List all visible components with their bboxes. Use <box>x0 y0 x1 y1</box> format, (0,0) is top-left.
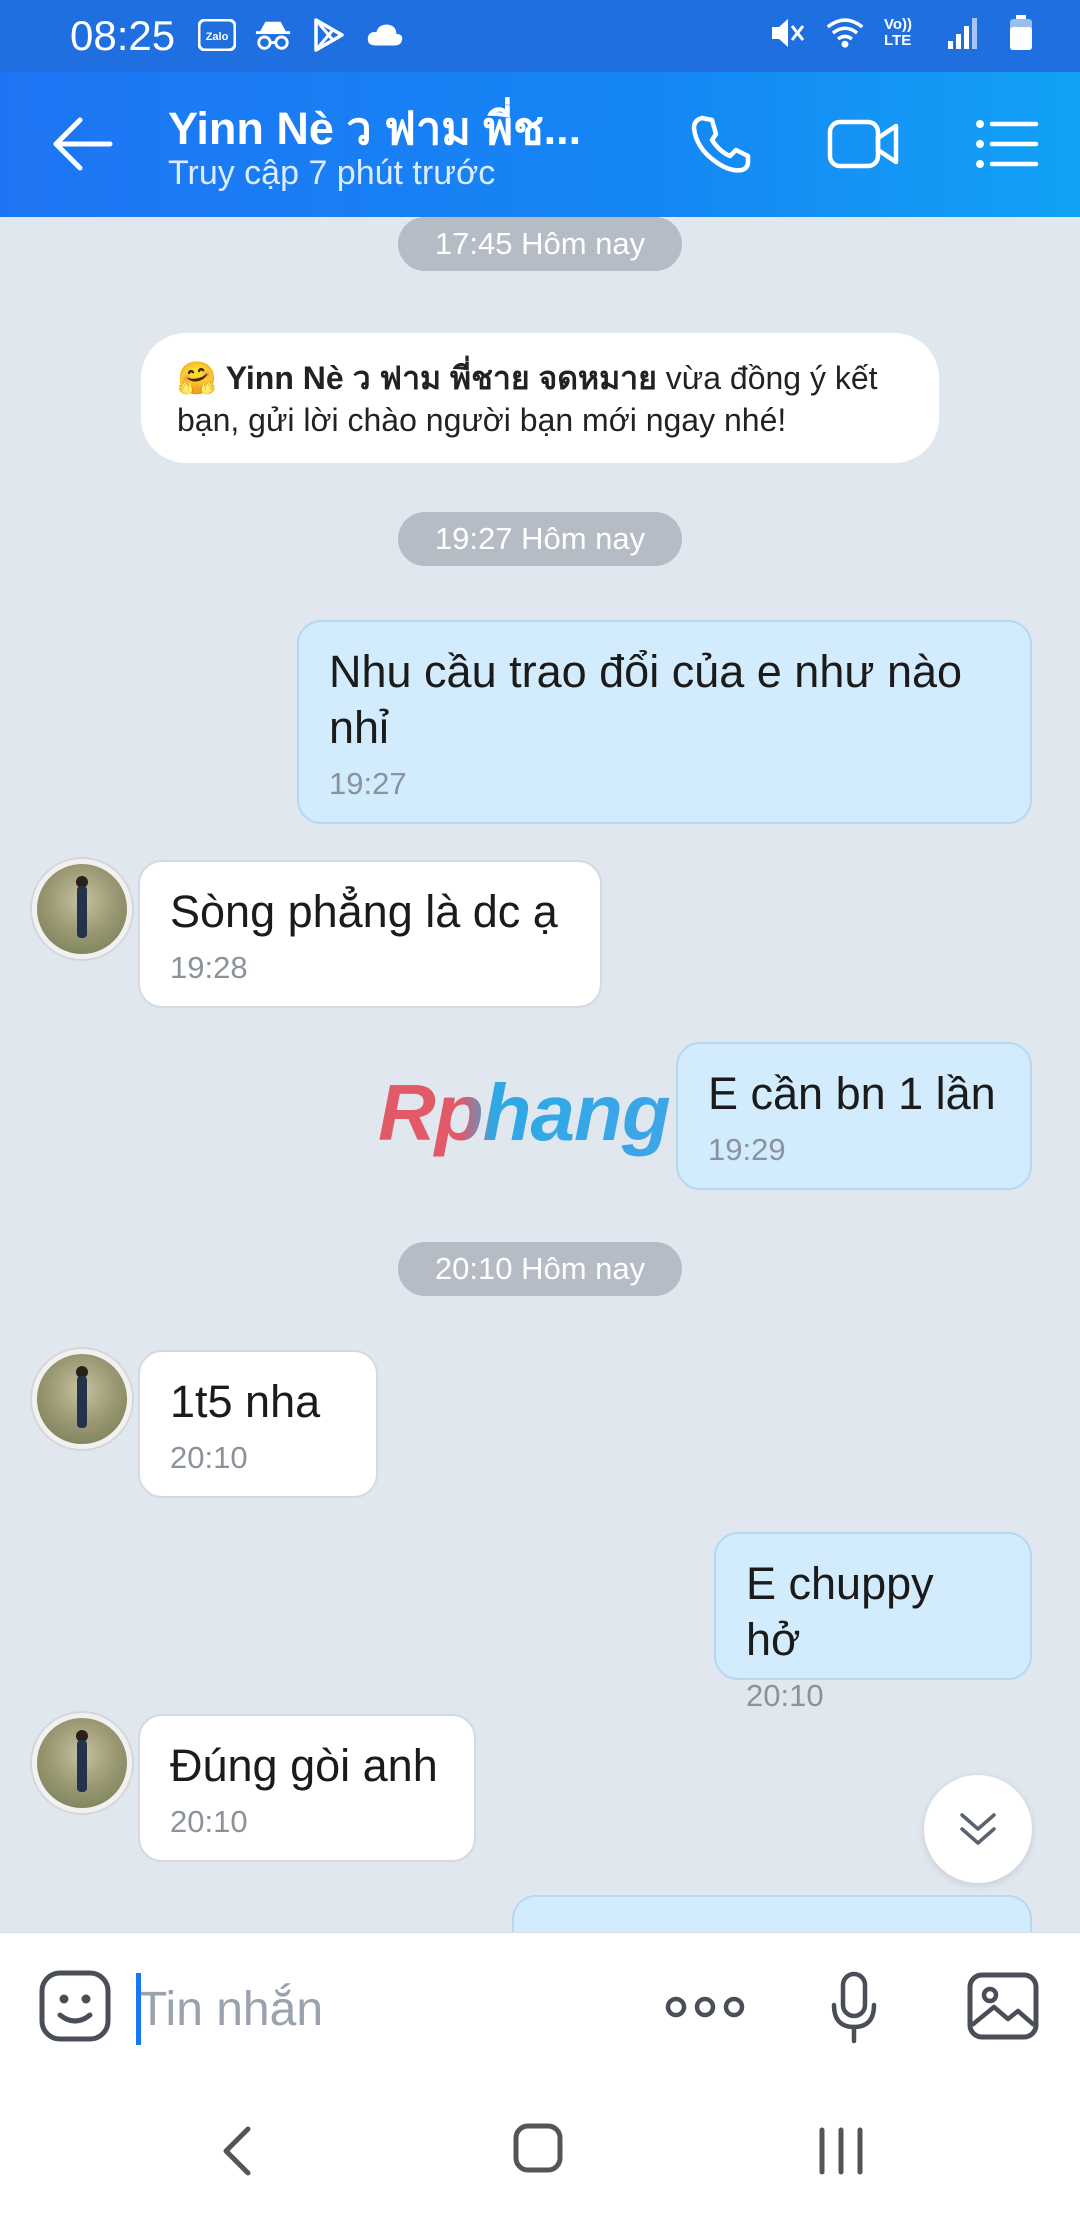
mute-icon <box>768 14 806 52</box>
message-text: Nhu cầu trao đổi của e như nào nhỉ <box>329 646 963 753</box>
svg-text:Zalo: Zalo <box>206 31 229 43</box>
battery-icon <box>1002 14 1040 52</box>
video-camera-icon <box>827 119 899 169</box>
nav-home-button[interactable] <box>512 2122 564 2174</box>
signal-icon <box>944 14 982 52</box>
outgoing-message[interactable]: Nhu cầu trao đổi của e như nào nhỉ 19:27 <box>297 620 1032 824</box>
phone-icon <box>691 115 751 173</box>
status-time: 08:25 <box>70 12 176 59</box>
message-text: E cần bn 1 lần <box>708 1068 996 1119</box>
voice-call-button[interactable] <box>686 112 758 176</box>
emoji-button[interactable] <box>38 1969 112 2043</box>
watermark-logo: Rphang <box>378 1068 671 1157</box>
double-chevron-down-icon <box>960 1813 996 1845</box>
outgoing-message[interactable]: E chuppy hở 20:10 <box>714 1532 1032 1713</box>
zalo-icon: Zalo <box>198 16 236 54</box>
friend-accepted-notice: 🤗 Yinn Nè ว ฟาม พี่ชาย จดหมาย vừa đồng ý… <box>141 333 939 463</box>
message-text: 1t5 nha <box>170 1376 321 1427</box>
date-separator: 17:45 Hôm nay <box>398 217 682 271</box>
volte-icon: Vo)) LTE <box>884 16 913 49</box>
image-picker-button[interactable] <box>966 1971 1040 2041</box>
arrow-left-icon <box>53 117 113 171</box>
scroll-to-bottom-button[interactable] <box>924 1775 1032 1883</box>
recent-apps-icon <box>819 2127 863 2175</box>
outgoing-message[interactable]: E cần bn 1 lần 19:29 <box>676 1042 1032 1190</box>
video-call-button[interactable] <box>826 112 899 176</box>
hug-emoji-icon: 🤗 <box>177 360 217 396</box>
incognito-icon <box>254 16 292 54</box>
message-time: 20:10 <box>170 1440 248 1475</box>
more-options-button[interactable] <box>664 1985 746 2029</box>
message-input[interactable] <box>136 1973 600 2045</box>
menu-button[interactable] <box>974 112 1046 176</box>
system-navigation-bar <box>0 2082 1080 2220</box>
outgoing-message[interactable] <box>512 1895 1032 1932</box>
avatar[interactable] <box>32 859 132 959</box>
sticker-smile-icon <box>39 1970 111 2042</box>
status-bar: 08:25 Zalo Vo)) LTE <box>0 0 1080 72</box>
cloud-icon <box>366 16 404 54</box>
home-square-icon <box>513 2123 563 2173</box>
notice-contact-name[interactable]: Yinn Nè ว ฟาม พี่ชาย จดหมาย <box>226 360 657 396</box>
voice-message-button[interactable] <box>830 1971 878 2045</box>
message-time: 19:27 <box>329 766 407 801</box>
avatar[interactable] <box>32 1349 132 1449</box>
message-text: E chuppy hở <box>746 1558 934 1665</box>
incoming-message[interactable]: 1t5 nha 20:10 <box>138 1350 378 1498</box>
message-time: 19:29 <box>708 1132 786 1167</box>
message-list[interactable]: 17:45 Hôm nay 🤗 Yinn Nè ว ฟาม พี่ชาย จดห… <box>0 217 1080 1932</box>
image-gallery-icon <box>967 1972 1039 2040</box>
chevron-left-icon <box>223 2126 251 2176</box>
message-composer <box>0 1932 1080 2083</box>
date-separator: 20:10 Hôm nay <box>398 1242 682 1296</box>
message-text: Sòng phẳng là dc ạ <box>170 886 558 937</box>
text-cursor <box>136 1973 141 2045</box>
play-store-icon <box>310 16 348 54</box>
nav-back-button[interactable] <box>218 2124 256 2178</box>
incoming-message[interactable]: Sòng phẳng là dc ạ 19:28 <box>138 860 602 1008</box>
microphone-icon <box>831 1971 877 2044</box>
message-time: 19:28 <box>170 950 248 985</box>
more-dots-icon <box>665 1996 745 2018</box>
message-text: Đúng gòi anh <box>170 1740 438 1791</box>
incoming-message[interactable]: Đúng gòi anh 20:10 <box>138 1714 476 1862</box>
avatar[interactable] <box>32 1713 132 1813</box>
nav-recent-apps-button[interactable] <box>816 2124 866 2178</box>
list-menu-icon <box>976 120 1039 168</box>
back-button[interactable] <box>50 116 116 172</box>
zalo-chat-screen: 08:25 Zalo Vo)) LTE Yinn Nè ว ฟาม พี่ช..… <box>0 0 1080 2220</box>
wifi-icon <box>826 14 864 52</box>
date-separator: 19:27 Hôm nay <box>398 512 682 566</box>
message-time: 20:10 <box>170 1804 248 1839</box>
last-seen-status: Truy cập 7 phút trước <box>168 154 496 192</box>
chat-header: Yinn Nè ว ฟาม พี่ช... Truy cập 7 phút tr… <box>0 72 1080 217</box>
message-time: 20:10 <box>746 1678 824 1713</box>
